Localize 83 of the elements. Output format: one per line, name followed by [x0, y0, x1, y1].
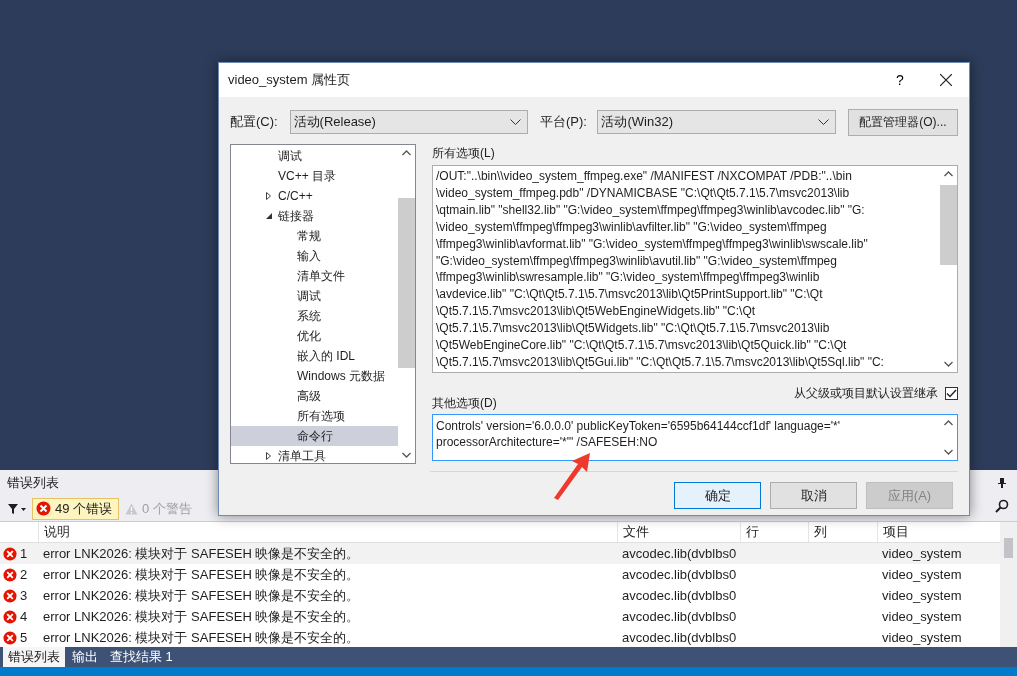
table-cell: video_system	[882, 588, 962, 603]
column-header[interactable]: 行	[740, 522, 808, 542]
scroll-thumb[interactable]	[1004, 538, 1013, 558]
panel-tab[interactable]: 查找结果 1	[105, 647, 178, 667]
tree-item[interactable]: 嵌入的 IDL	[231, 346, 398, 366]
tree-item[interactable]: 所有选项	[231, 406, 398, 426]
scrollbar[interactable]	[1000, 522, 1017, 647]
scroll-up-icon[interactable]	[944, 171, 953, 177]
row-number: 3	[20, 588, 28, 603]
tree-item[interactable]: 清单工具	[231, 446, 398, 466]
filter-icon	[8, 503, 26, 514]
error-icon	[3, 567, 17, 582]
tree-item[interactable]: C/C++	[231, 186, 398, 206]
scroll-thumb[interactable]	[940, 185, 957, 265]
tree-item[interactable]: VC++ 目录	[231, 166, 398, 186]
table-cell: error LNK2026: 模块对于 SAFESEH 映像是不安全的。	[43, 586, 360, 605]
scroll-up-icon[interactable]	[944, 420, 953, 426]
tree-item[interactable]: 系统	[231, 306, 398, 326]
column-header[interactable]: 文件	[617, 522, 740, 542]
tree-item[interactable]: 输入	[231, 246, 398, 266]
errors-filter-button[interactable]: 49 个错误	[32, 497, 120, 520]
error-icon	[36, 501, 51, 516]
platform-dropdown[interactable]: 活动(Win32)	[597, 110, 836, 134]
panel-title: 错误列表	[7, 474, 59, 492]
tree-item[interactable]: Windows 元数据	[231, 366, 398, 386]
scroll-up-icon[interactable]	[402, 150, 411, 156]
caret-icon	[509, 118, 521, 126]
tree-item[interactable]: 链接器	[231, 206, 398, 226]
scroll-down-icon[interactable]	[944, 449, 953, 455]
error-icon	[3, 609, 17, 624]
row-number: 1	[20, 546, 28, 561]
table-cell: video_system	[882, 567, 962, 582]
caret-icon	[817, 118, 829, 126]
scroll-down-icon[interactable]	[944, 361, 953, 367]
pointer-arrow	[552, 452, 592, 500]
platform-label: 平台(P):	[539, 113, 588, 131]
warning-icon	[125, 502, 139, 515]
field-label: 所有选项(L)	[432, 145, 496, 159]
row-number: 5	[20, 630, 28, 645]
column-header[interactable]: 列	[808, 522, 877, 542]
tree-item[interactable]: 调试	[231, 146, 398, 166]
scroll-thumb[interactable]	[398, 198, 415, 368]
help-button[interactable]: ?	[877, 63, 923, 97]
dialog-title: video_system 属性页	[228, 71, 351, 89]
all-options-field[interactable]: /OUT:"..\bin\\video_system_ffmpeg.exe" /MANIFEST /NXCOMPAT /PDB:"..\bin \video_system_ffmpeg.pdb" /DYNAMICBASE "C:\Qt\Qt5.7.1\5.7\msvc2013\lib \qtmain.lib" "shell32.lib" "G:\video_system\ffmpeg\ffmpeg3\winlib\avcodec.lib" "G: \video_system\ffmpeg\ffmpeg3\winlib\avfilter.lib" "G:\video_system\ffmpeg \ffmpeg3\winlib\avformat.lib" "G:\video_system\ffmpeg\ffmpeg3\winlib\swscale.lib" "G:\video_system\ffmpeg\ffmpeg3\winlib\avutil.lib" "G:\video_system\ffmpeg \ffmpeg3\winlib\swresample.lib" "G:\video_system\ffmpeg\ffmpeg3\winlib \avdevice.lib" "C:\Qt\Qt5.7.1\5.7\msvc2013\lib\Qt5PrintSupport.lib" "C:\Qt \Qt5.7.1\5.7\msvc2013\lib\Qt5WebEngineWidgets.lib" "C:\Qt \Qt5.7.1\5.7\msvc2013\lib\Qt5Widgets.lib" "C:\Qt\Qt5.7.1\5.7\msvc2013\lib \Qt5WebEngineCore.lib" "C:\Qt\Qt5.7.1\5.7\msvc2013\lib\Qt5Quick.lib" "C:\Qt \Qt5.7.1\5.7\msvc2013\lib\Qt5Gui.lib" "C:\Qt\Qt5.7.1\5.7\msvc2013\lib\Qt5Sql.lib" "C:	[432, 165, 958, 373]
tree-item[interactable]: 命令行	[231, 426, 398, 446]
table-cell: video_system	[882, 609, 962, 624]
tree-item[interactable]: 高级	[231, 386, 398, 406]
table-cell: error LNK2026: 模块对于 SAFESEH 映像是不安全的。	[43, 607, 360, 626]
column-header[interactable]: 说明	[38, 522, 617, 542]
panel-tab[interactable]: 输出	[67, 647, 103, 667]
table-cell: video_system	[882, 630, 962, 645]
configuration-manager-button[interactable]: 配置管理器(O)...	[847, 108, 958, 136]
dialog-button[interactable]: 确定	[674, 482, 761, 509]
configuration-dropdown[interactable]: 活动(Release)	[289, 110, 528, 134]
tree-item[interactable]: 常规	[231, 226, 398, 246]
tree-item[interactable]: 清单文件	[231, 266, 398, 286]
row-number: 4	[20, 609, 28, 624]
row-number: 2	[20, 567, 28, 582]
close-icon	[940, 74, 952, 86]
error-icon	[3, 546, 17, 561]
search-icon[interactable]	[995, 499, 1009, 513]
table-cell: avcodec.lib(dvblbs0	[622, 588, 737, 603]
table-cell: error LNK2026: 模块对于 SAFESEH 映像是不安全的。	[43, 544, 360, 563]
table-cell: avcodec.lib(dvblbs0	[622, 546, 737, 561]
dialog-button[interactable]: 取消	[770, 482, 857, 509]
panel-tab[interactable]: 错误列表	[3, 647, 65, 667]
table-cell: avcodec.lib(dvblbs0	[622, 609, 737, 624]
tree-item[interactable]: 优化	[231, 326, 398, 346]
scroll-down-icon[interactable]	[402, 452, 411, 458]
table-cell: error LNK2026: 模块对于 SAFESEH 映像是不安全的。	[43, 565, 360, 584]
field-label: 其他选项(D)	[432, 395, 498, 409]
error-icon	[3, 588, 17, 603]
table-cell: avcodec.lib(dvblbs0	[622, 567, 737, 582]
table-cell: error LNK2026: 模块对于 SAFESEH 映像是不安全的。	[43, 628, 360, 647]
other-options-field[interactable]: Controls' version='6.0.0.0' publicKeyToken='6595b64144ccf1df' language='*' processorArchitecture='*'" /SAFESEH:NO	[432, 414, 958, 461]
configuration-label: 配置(C):	[230, 113, 279, 131]
tree-item[interactable]: 调试	[231, 286, 398, 306]
table-cell: avcodec.lib(dvblbs0	[622, 630, 737, 645]
checkbox-label: 从父级或项目默认设置继承	[794, 385, 938, 402]
table-cell: video_system	[882, 546, 962, 561]
pin-icon[interactable]	[997, 477, 1007, 489]
inherit-checkbox[interactable]	[945, 387, 958, 400]
